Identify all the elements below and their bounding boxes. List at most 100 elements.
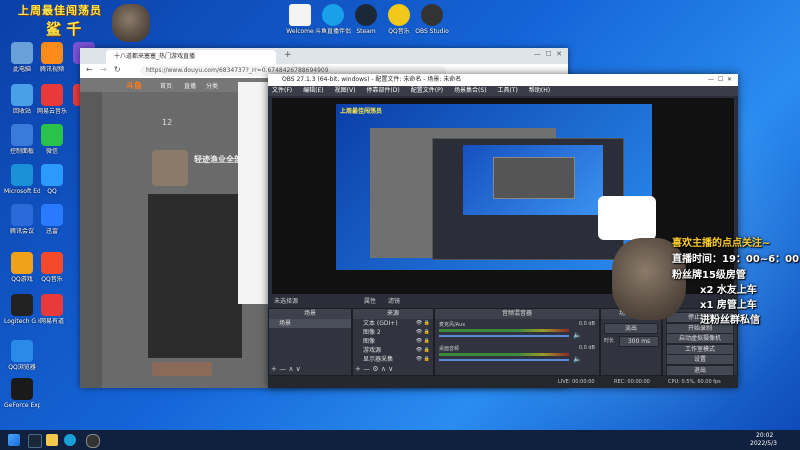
- refresh-icon[interactable]: ↻: [114, 65, 121, 74]
- desktop-icon-label: 网易云音乐: [36, 108, 67, 115]
- scene-list-controls[interactable]: + — ∧ ∨: [271, 365, 301, 373]
- mixer-header: 音频混音器: [435, 309, 599, 319]
- obs-menu-item[interactable]: 视图(V): [335, 87, 356, 94]
- desktop-icon-label: 网易有道: [39, 318, 64, 325]
- desktop-icon[interactable]: QQ浏览器: [4, 340, 40, 371]
- nav-live[interactable]: 直播: [184, 81, 196, 90]
- source-item[interactable]: 图像 2 👁 🔒: [353, 328, 433, 337]
- browser-tab[interactable]: 十八道都来塞塞_热门游戏直播: [106, 50, 276, 64]
- explorer-taskbar-icon[interactable]: [46, 434, 58, 446]
- obs-menu-item[interactable]: 编辑(E): [303, 87, 323, 94]
- rec-status: REC: 00:00:00: [614, 379, 650, 385]
- source-item[interactable]: 文本 (GDI+) 👁 🔒: [353, 319, 433, 328]
- nav-home[interactable]: 首页: [160, 81, 172, 90]
- obs-taskbar-icon[interactable]: [86, 434, 100, 448]
- live-status: LIVE: 00:00:00: [558, 379, 595, 385]
- control-button[interactable]: 退出: [666, 364, 734, 376]
- site-logo[interactable]: 斗鱼: [126, 80, 142, 91]
- desktop-icon-label: GeForce Experience: [4, 402, 40, 409]
- start-icon[interactable]: [8, 434, 20, 446]
- desktop-icon[interactable]: QQ: [34, 164, 70, 195]
- desktop-icon-label: 斗鱼直播伴侣: [315, 28, 351, 35]
- sources-header: 来源: [353, 309, 433, 319]
- desktop-icon-label: QQ音乐: [41, 276, 63, 283]
- duration-label: 时长: [604, 338, 615, 344]
- desktop-icon-label: 腾讯视频: [39, 66, 64, 73]
- obs-menu-item[interactable]: 帮助(H): [529, 87, 550, 94]
- back-icon[interactable]: ←: [86, 65, 93, 74]
- preview-capture: 上周最佳闯荡员: [336, 104, 652, 270]
- preview-obs-inner2: [493, 157, 575, 199]
- app-icon: [11, 42, 33, 64]
- otter-avatar-small: [112, 4, 150, 42]
- app-icon: [41, 252, 63, 274]
- clock-date[interactable]: 2022/5/3: [750, 440, 777, 447]
- app-icon: [11, 124, 33, 146]
- source-item[interactable]: 显示器采集 👁 🔒: [353, 355, 433, 364]
- obs-title: OBS 27.1.3 (64-bit, windows) - 配置文件: 未命名…: [282, 76, 462, 83]
- banner-name: 鲨 千: [46, 20, 82, 38]
- visibility-lock-icon[interactable]: 👁 🔒: [416, 328, 430, 337]
- desktop-icon[interactable]: 微信: [34, 124, 70, 155]
- visibility-lock-icon[interactable]: 👁 🔒: [416, 346, 430, 355]
- mixer-desktop-slider[interactable]: [439, 359, 569, 361]
- visibility-lock-icon[interactable]: 👁 🔒: [416, 319, 430, 328]
- control-button[interactable]: 设置: [666, 354, 734, 365]
- obs-title-bar: OBS 27.1.3 (64-bit, windows) - 配置文件: 未命名…: [268, 74, 738, 86]
- app-icon: [41, 42, 63, 64]
- desktop-icon[interactable]: 网易云音乐: [34, 84, 70, 115]
- mixer-mic-label: 麦克风/Aux: [439, 322, 466, 328]
- steam-taskbar-icon[interactable]: [28, 434, 42, 448]
- desktop-icon[interactable]: 迅雷: [34, 204, 70, 235]
- source-item[interactable]: 游戏源 👁 🔒: [353, 346, 433, 355]
- desktop-icon[interactable]: OBS Studio: [414, 4, 450, 35]
- source-list-controls[interactable]: + — ⚙ ∧ ∨: [355, 365, 393, 373]
- edge-taskbar-icon[interactable]: [64, 434, 76, 446]
- obs-menu-item[interactable]: 场景集合(S): [454, 87, 487, 94]
- obs-menu-item[interactable]: 文件(F): [272, 87, 292, 94]
- obs-window-controls[interactable]: — ☐ ✕: [708, 74, 732, 86]
- obs-menu-item[interactable]: 工具(T): [498, 87, 518, 94]
- desktop-icon[interactable]: 网易有道: [34, 294, 70, 325]
- speaker-icon[interactable]: 🔈: [573, 331, 582, 339]
- desktop-icon[interactable]: QQ音乐: [381, 4, 417, 35]
- obs-window[interactable]: OBS 27.1.3 (64-bit, windows) - 配置文件: 未命名…: [268, 74, 738, 388]
- desktop-icon[interactable]: Welcome: [282, 4, 318, 35]
- speaker-icon-2[interactable]: 🔈: [573, 355, 582, 363]
- video-player[interactable]: [148, 194, 242, 358]
- new-tab-icon[interactable]: +: [284, 50, 292, 60]
- visibility-lock-icon[interactable]: 👁 🔒: [416, 337, 430, 346]
- nav-category[interactable]: 分类: [206, 81, 218, 90]
- desktop-icon[interactable]: GeForce Experience: [4, 378, 40, 409]
- obs-status-bar: LIVE: 00:00:00 REC: 00:00:00 CPU: 0.5%, …: [268, 376, 738, 388]
- gift-bar: [152, 362, 212, 376]
- scene-item[interactable]: 场景: [269, 319, 351, 328]
- control-button[interactable]: 工作室模式: [666, 343, 734, 355]
- desktop-icon[interactable]: QQ音乐: [34, 252, 70, 283]
- duration-field[interactable]: 300 ms: [619, 336, 659, 347]
- desktop-icon[interactable]: 腾讯视频: [34, 42, 70, 73]
- desktop-icon[interactable]: Steam: [348, 4, 384, 35]
- window-controls[interactable]: — ☐ ✕: [534, 50, 562, 58]
- visibility-lock-icon[interactable]: 👁 🔒: [416, 355, 430, 364]
- filters-button[interactable]: 滤镜: [388, 296, 400, 305]
- properties-button[interactable]: 属性: [364, 296, 376, 305]
- desktop-icon-label: OBS Studio: [415, 28, 449, 35]
- source-item[interactable]: 图像 👁 🔒: [353, 337, 433, 346]
- desktop-icon[interactable]: 斗鱼直播伴侣: [315, 4, 351, 35]
- source-label: 游戏源: [363, 347, 382, 354]
- forward-icon[interactable]: →: [100, 65, 107, 74]
- app-icon: [11, 294, 33, 316]
- app-icon: [41, 294, 63, 316]
- sources-dock: 来源 文本 (GDI+) 👁 🔒 图像 2 👁 🔒 图像 👁 🔒 游戏源 👁 🔒 显示器采集 👁 …: [352, 308, 434, 376]
- cpu-status: CPU: 0.5%, 60.00 fps: [668, 379, 721, 385]
- obs-menu-item[interactable]: 配置文件(P): [411, 87, 443, 94]
- overlay-follow: 喜欢主播的点点关注~: [672, 238, 771, 249]
- control-button[interactable]: 启动虚拟摄像机: [666, 333, 734, 344]
- obs-menu-item[interactable]: 停靠部件(D): [366, 87, 399, 94]
- transition-select[interactable]: 淡出: [604, 323, 658, 334]
- mixer-mic-slider[interactable]: [439, 335, 569, 337]
- app-icon: [11, 378, 33, 400]
- scenes-dock: 场景 场景 + — ∧ ∨: [268, 308, 352, 376]
- clock-time[interactable]: 20:02: [756, 432, 773, 439]
